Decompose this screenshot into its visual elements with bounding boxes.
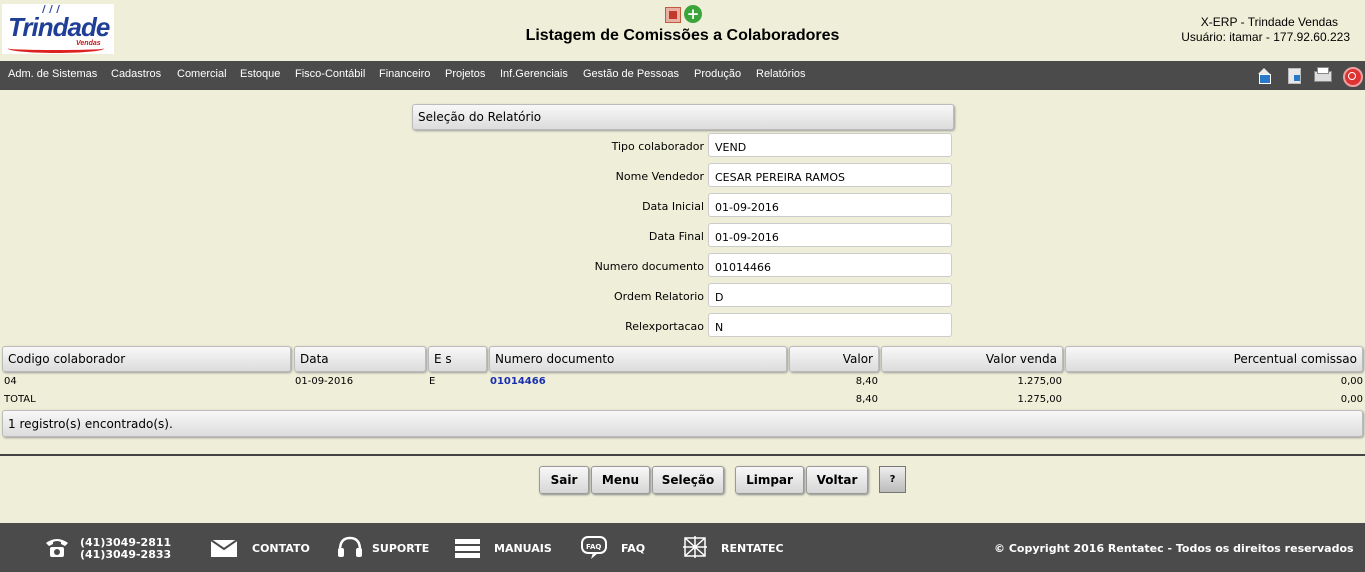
menu-relatorios[interactable]: Relatórios xyxy=(756,68,806,80)
phone-number-2: (41)3049-2833 xyxy=(80,548,172,561)
relexportacao-field[interactable]: N xyxy=(708,313,952,337)
field-row-data-inicial: Data Inicial 01-09-2016 xyxy=(412,193,954,219)
page-header: / / / Trindade Vendas + Listagem de Comi… xyxy=(0,0,1365,60)
books-icon[interactable] xyxy=(454,537,482,559)
col-header-es[interactable]: E s xyxy=(428,346,487,372)
cell-es: E xyxy=(429,376,436,387)
col-header-valor-venda[interactable]: Valor venda xyxy=(881,346,1063,372)
manuais-link[interactable]: MANUAIS xyxy=(494,542,552,555)
field-row-ordem-relatorio: Ordem Relatorio D xyxy=(412,283,954,309)
field-label: Tipo colaborador xyxy=(611,140,704,153)
ordem-relatorio-field[interactable]: D xyxy=(708,283,952,307)
system-name: X-ERP - Trindade Vendas xyxy=(1200,15,1338,29)
menu-adm-sistemas[interactable]: Adm. de Sistemas xyxy=(8,68,97,80)
field-row-nome-vendedor: Nome Vendedor CESAR PEREIRA RAMOS xyxy=(412,163,954,189)
system-info: X-ERP - Trindade Vendas Usuário: itamar … xyxy=(1181,15,1350,45)
data-inicial-field[interactable]: 01-09-2016 xyxy=(708,193,952,217)
field-row-tipo-colaborador: Tipo colaborador VEND xyxy=(412,133,954,159)
export-icon[interactable] xyxy=(665,7,681,23)
add-icon[interactable]: + xyxy=(684,5,702,23)
user-info: Usuário: itamar - 177.92.60.223 xyxy=(1181,30,1350,44)
cell-data: 01-09-2016 xyxy=(295,376,354,387)
limpar-button[interactable]: Limpar xyxy=(735,466,804,494)
suporte-link[interactable]: SUPORTE xyxy=(372,542,429,555)
headset-icon[interactable] xyxy=(337,535,363,561)
rentatec-link[interactable]: RENTATEC xyxy=(721,542,784,555)
cell-valor-venda: 1.275,00 xyxy=(1017,376,1062,387)
help-button[interactable]: ? xyxy=(879,466,906,493)
rentatec-icon[interactable] xyxy=(681,534,709,560)
phone-icon xyxy=(44,535,70,559)
menu-comercial[interactable]: Comercial xyxy=(177,68,227,80)
tipo-colaborador-field[interactable]: VEND xyxy=(708,133,952,157)
copyright: © Copyright 2016 Rentatec - Todos os dir… xyxy=(994,542,1354,555)
total-label: TOTAL xyxy=(4,394,36,405)
document-icon[interactable] xyxy=(1286,67,1302,84)
col-header-codigo[interactable]: Codigo colaborador xyxy=(2,346,291,372)
menu-fisco-contabil[interactable]: Fisco-Contábil xyxy=(295,68,365,80)
page-title: Listagem de Comissões a Colaboradores xyxy=(525,27,840,44)
selecao-button[interactable]: Seleção xyxy=(652,466,724,494)
numero-documento-field[interactable]: 01014466 xyxy=(708,253,952,277)
divider xyxy=(0,454,1365,456)
exit-icon[interactable] xyxy=(1343,67,1363,87)
cell-percentual: 0,00 xyxy=(1340,376,1363,387)
menu-estoque[interactable]: Estoque xyxy=(240,68,280,80)
records-found: 1 registro(s) encontrado(s). xyxy=(2,410,1363,437)
home-icon[interactable] xyxy=(1256,67,1272,84)
field-label: Nome Vendedor xyxy=(615,170,704,183)
field-label: Data Final xyxy=(648,230,704,243)
cell-codigo: 04 xyxy=(4,376,17,387)
field-row-relexportacao: Relexportacao N xyxy=(412,313,954,339)
faq-link[interactable]: FAQ xyxy=(621,542,645,555)
main-menu-bar: Adm. de Sistemas Cadastros Comercial Est… xyxy=(0,61,1365,90)
sair-button[interactable]: Sair xyxy=(539,466,589,494)
field-label: Ordem Relatorio xyxy=(613,290,704,303)
svg-text:FAQ: FAQ xyxy=(586,543,601,551)
col-header-valor[interactable]: Valor xyxy=(789,346,879,372)
page-footer: (41)3049-2811 (41)3049-2833 CONTATO SUPO… xyxy=(0,523,1365,572)
selection-panel-header: Seleção do Relatório xyxy=(412,104,954,130)
total-valor-venda: 1.275,00 xyxy=(1017,394,1062,405)
total-percentual: 0,00 xyxy=(1340,394,1363,405)
voltar-button[interactable]: Voltar xyxy=(806,466,868,494)
document-link[interactable]: 01014466 xyxy=(490,376,546,387)
print-icon[interactable] xyxy=(1314,67,1332,83)
total-valor: 8,40 xyxy=(855,394,878,405)
menu-financeiro[interactable]: Financeiro xyxy=(379,68,430,80)
faq-icon[interactable]: FAQ xyxy=(581,536,611,560)
menu-gestao-pessoas[interactable]: Gestão de Pessoas xyxy=(583,68,679,80)
menu-projetos[interactable]: Projetos xyxy=(445,68,485,80)
col-header-percentual[interactable]: Percentual comissao xyxy=(1065,346,1363,372)
nome-vendedor-field[interactable]: CESAR PEREIRA RAMOS xyxy=(708,163,952,187)
cell-valor: 8,40 xyxy=(855,376,878,387)
contato-link[interactable]: CONTATO xyxy=(252,542,310,555)
mail-icon[interactable] xyxy=(210,539,238,557)
menu-producao[interactable]: Produção xyxy=(694,68,741,80)
menu-button[interactable]: Menu xyxy=(591,466,650,494)
menu-inf-gerenciais[interactable]: Inf.Gerenciais xyxy=(500,68,568,80)
field-label: Relexportacao xyxy=(625,320,704,333)
col-header-data[interactable]: Data xyxy=(294,346,426,372)
col-header-numero-documento[interactable]: Numero documento xyxy=(489,346,787,372)
selection-title: Seleção do Relatório xyxy=(418,110,542,124)
field-label: Numero documento xyxy=(594,260,704,273)
menu-cadastros[interactable]: Cadastros xyxy=(111,68,161,80)
field-label: Data Inicial xyxy=(642,200,704,213)
field-row-numero-documento: Numero documento 01014466 xyxy=(412,253,954,279)
field-row-data-final: Data Final 01-09-2016 xyxy=(412,223,954,249)
data-final-field[interactable]: 01-09-2016 xyxy=(708,223,952,247)
